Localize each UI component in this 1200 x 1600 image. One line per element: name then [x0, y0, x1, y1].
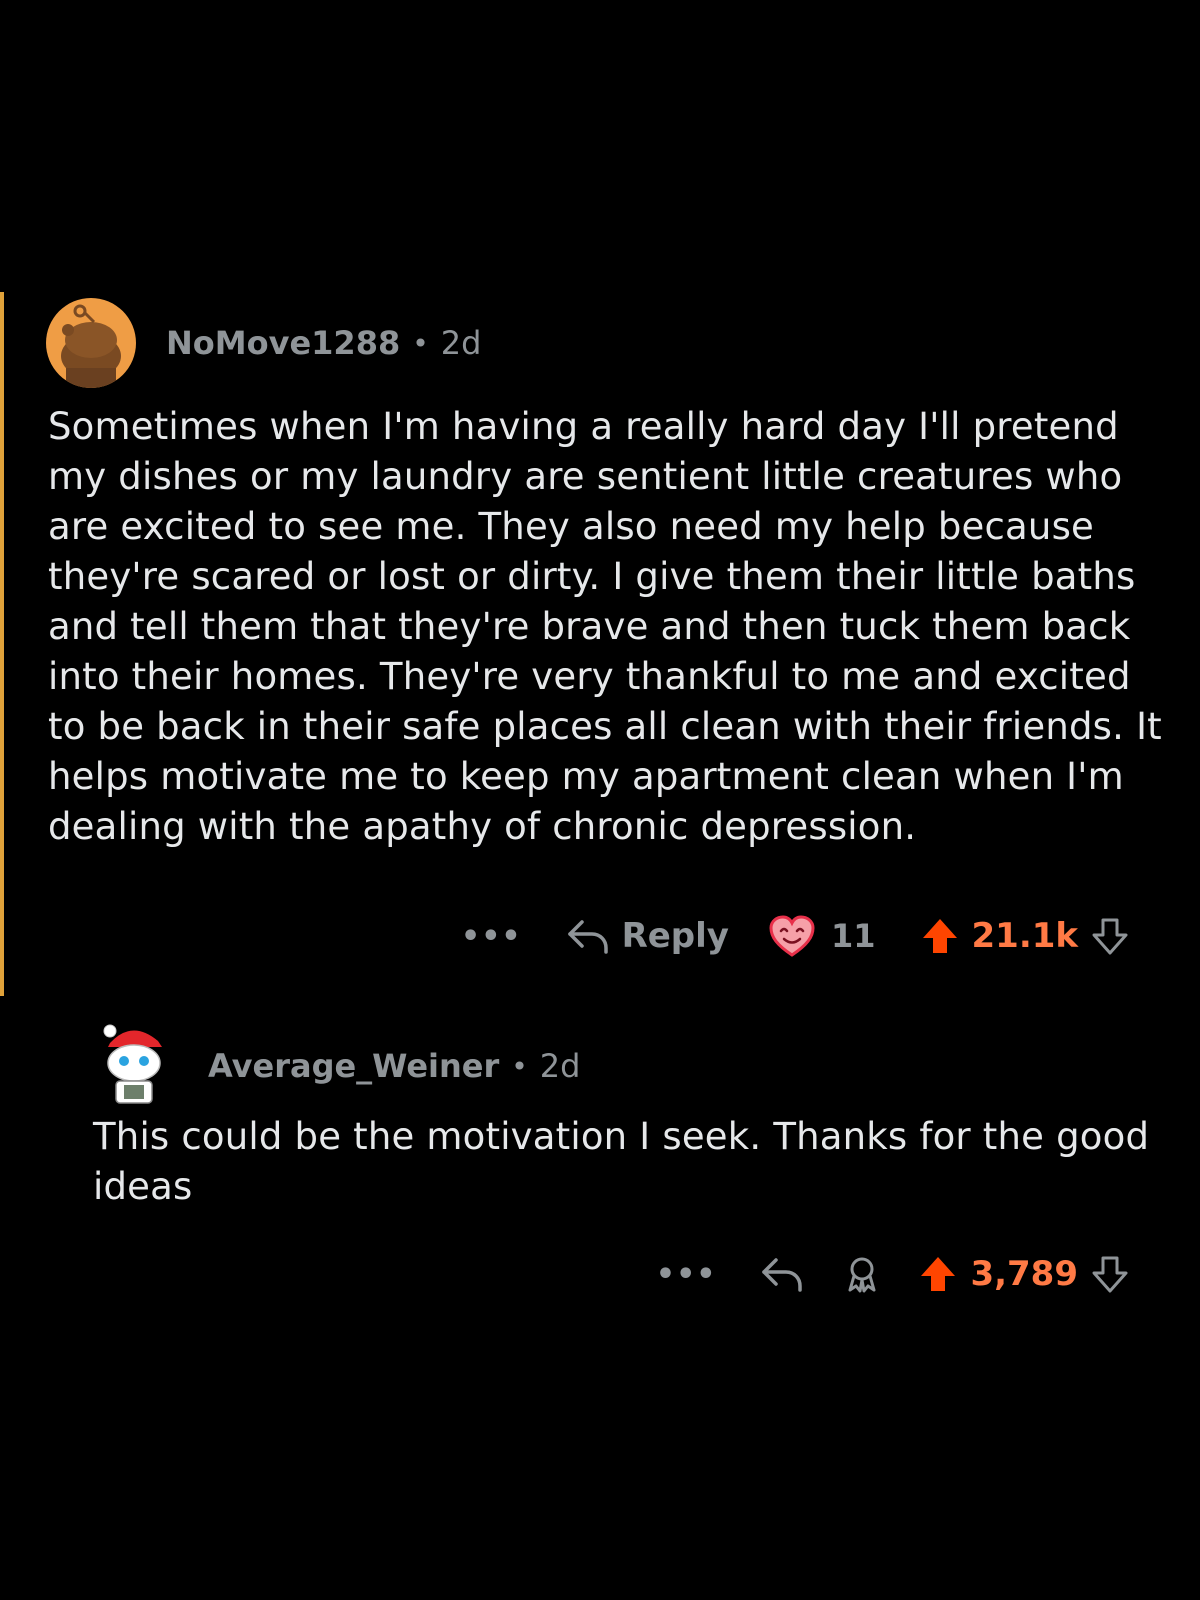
reply-arrow-icon: [567, 920, 608, 954]
comment-meta: Average_Weiner • 2d: [208, 1047, 580, 1085]
reply-button[interactable]: Reply: [566, 916, 729, 956]
comment-actions: ••• 3,789: [656, 1246, 1130, 1302]
upvote-icon[interactable]: [920, 916, 960, 956]
award-button[interactable]: 11: [769, 915, 876, 957]
comment-age: 2d: [440, 324, 482, 362]
heart-face-award-icon: [769, 915, 815, 957]
snoo-avatar-icon: [61, 304, 121, 388]
comment-header: NoMove1288 • 2d: [46, 298, 481, 388]
vote-controls: 3,789: [918, 1254, 1130, 1294]
award-outline-icon[interactable]: [842, 1254, 882, 1294]
comment-body: Sometimes when I'm having a really hard …: [48, 405, 1162, 848]
comment-actions: ••• Reply 11 21.1k: [461, 908, 1130, 964]
upvote-icon[interactable]: [918, 1254, 958, 1294]
more-options-icon[interactable]: •••: [461, 919, 522, 954]
reply-icon[interactable]: [760, 1254, 804, 1294]
avatar[interactable]: [102, 1023, 166, 1109]
author-name[interactable]: Average_Weiner: [208, 1047, 499, 1085]
downvote-icon[interactable]: [1090, 1254, 1130, 1294]
author-name[interactable]: NoMove1288: [166, 324, 400, 362]
vote-controls: 21.1k: [920, 916, 1131, 956]
comment-body: This could be the motivation I seek. Tha…: [93, 1115, 1150, 1208]
award-count: 11: [830, 917, 876, 955]
vote-score: 3,789: [970, 1254, 1078, 1294]
thread-line[interactable]: [0, 292, 4, 996]
snoo-avatar-red-cap-icon: [103, 1024, 162, 1104]
avatar[interactable]: [46, 298, 136, 388]
comment-header: Average_Weiner • 2d: [102, 1018, 580, 1114]
comment-age: 2d: [539, 1047, 581, 1085]
vote-score: 21.1k: [971, 916, 1079, 956]
downvote-icon[interactable]: [1090, 916, 1130, 956]
more-options-icon[interactable]: •••: [656, 1257, 717, 1292]
comment-meta: NoMove1288 • 2d: [166, 324, 481, 362]
meta-separator: •: [412, 326, 429, 360]
meta-separator: •: [511, 1049, 528, 1083]
reply-label: Reply: [621, 916, 729, 956]
